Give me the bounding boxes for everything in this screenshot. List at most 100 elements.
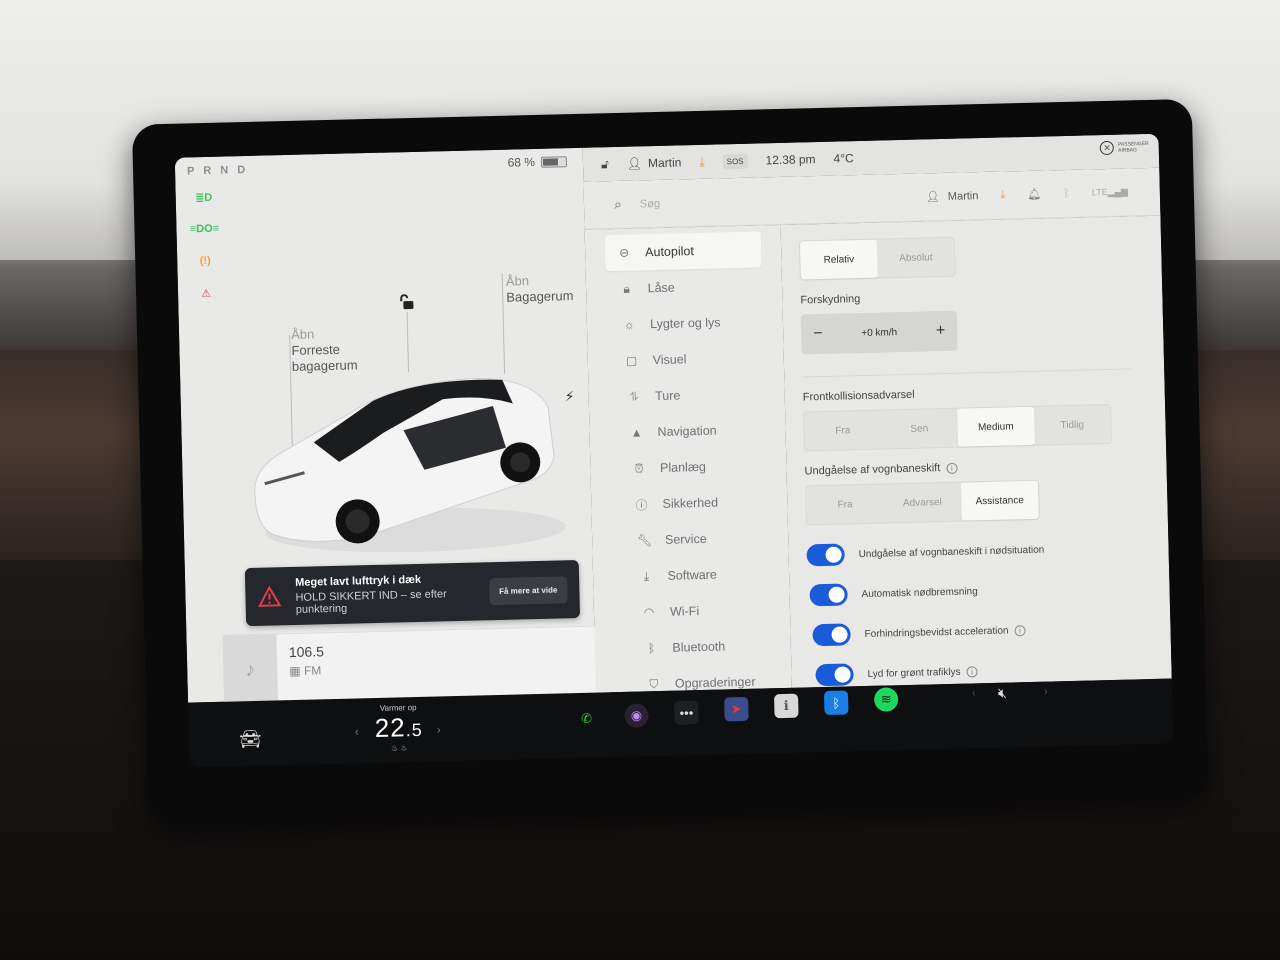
battery-icon	[540, 155, 568, 168]
lane-departure-option-assistance[interactable]: Assistance	[960, 480, 1039, 521]
person-icon: 👤︎	[925, 191, 940, 204]
driver-profile[interactable]: 👤︎ Martin	[627, 155, 682, 170]
warning-triangle-icon	[258, 585, 282, 607]
cabin-temperature: 22.5	[374, 712, 423, 744]
lane-departure-option-fra[interactable]: Fra	[806, 485, 884, 525]
toggle-switch[interactable]	[815, 663, 854, 687]
steering-wheel-icon: ⊖	[618, 245, 630, 260]
nav-item-autopilot[interactable]: ⊖ Autopilot	[604, 231, 762, 272]
camera-app-icon[interactable]: ◉	[624, 703, 649, 728]
seatbelt-icon: ⚠	[200, 287, 212, 300]
nav-item-software[interactable]: ⤓ Software	[627, 555, 769, 594]
temp-up-icon[interactable]: ›	[437, 722, 441, 736]
spotify-app-icon[interactable]: ≋	[873, 687, 899, 712]
seat-heater-icons[interactable]: ♨ ♨	[375, 743, 423, 753]
nav-item-visuel[interactable]: ▢ Visuel	[612, 339, 764, 379]
nav-item-label: Ture	[654, 388, 681, 404]
open-trunk-button[interactable]: Åbn Bagagerum	[506, 272, 574, 306]
nav-item-service[interactable]: 🔧︎ Service	[625, 519, 769, 558]
more-apps-icon[interactable]: •••	[674, 700, 699, 725]
clock: 12.38 pm	[765, 152, 816, 168]
battery-fill	[542, 157, 558, 166]
sos-label: SOS	[722, 153, 748, 169]
wrench-icon: 🔧︎	[636, 533, 653, 548]
info-icon[interactable]: i	[1014, 624, 1026, 636]
nav-item-bluetooth[interactable]: ᛒ Bluetooth	[632, 627, 771, 666]
open-frunk-button[interactable]: Åbn Forreste bagagerum	[291, 325, 358, 375]
decrease-button[interactable]: −	[813, 325, 823, 343]
speed-limit-option-absolut[interactable]: Absolut	[877, 238, 955, 278]
nav-item-label: Autopilot	[645, 244, 694, 260]
toggle-switch[interactable]	[806, 543, 845, 567]
speed-limit-option-relativ[interactable]: Relativ	[799, 239, 878, 280]
fcw-option-tidlig[interactable]: Tidlig	[1034, 405, 1111, 445]
fcw-option-sen[interactable]: Sen	[881, 409, 958, 449]
bluetooth-app-icon[interactable]: ᛒ	[823, 690, 849, 716]
bluetooth-icon[interactable]: ᛒ	[1063, 187, 1070, 199]
download-icon: ⤓	[643, 568, 650, 583]
door-guide-line	[406, 312, 410, 373]
download-icon[interactable]: ⤓	[1000, 188, 1005, 201]
navigation-icon: ▲	[630, 425, 643, 440]
nav-item-label: Navigation	[657, 423, 717, 440]
outside-temperature: 4°C	[833, 151, 854, 166]
nav-item-ture[interactable]: ⥮ Ture	[615, 375, 765, 415]
fcw-option-fra[interactable]: Fra	[804, 411, 881, 451]
airbag-off-icon: ✕	[1099, 140, 1115, 156]
shopping-bag-icon: ⛉	[649, 676, 659, 691]
phone-app-icon[interactable]: ✆	[574, 707, 599, 732]
software-update-icon[interactable]: ⤓	[699, 154, 705, 169]
fcw-option-medium[interactable]: Medium	[957, 406, 1035, 447]
touchscreen: P R N D 68 % ≣D ≡DO≡ (!) ⚠ Åbn Forreste bag…	[174, 133, 1174, 768]
offset-stepper: − +0 km/h +	[800, 310, 958, 355]
navigation-app-icon[interactable]: ➤	[724, 696, 749, 722]
radio-band-label: FM	[303, 663, 322, 678]
sos-button[interactable]: SOS	[722, 153, 748, 169]
profile-name: Martin	[947, 189, 979, 203]
lock-status-icon[interactable]: 🔓︎	[601, 157, 609, 172]
toggle-switch[interactable]	[812, 623, 851, 647]
frunk-label-1: Forreste	[291, 341, 341, 358]
info-icon[interactable]: i	[966, 665, 978, 678]
car-controls-icon[interactable]: 🚘︎	[239, 729, 262, 751]
profile-button[interactable]: 👤︎ Martin	[925, 189, 979, 204]
lane-departure-label-text: Undgåelse af vognbaneskift	[804, 462, 941, 478]
charge-port-icon[interactable]: ⚡︎	[564, 388, 574, 405]
volume-right-arrow[interactable]: ›	[1044, 686, 1048, 698]
alert-subtitle: HOLD SIKKERT IND – se efter punktering	[295, 587, 447, 616]
temp-down-icon[interactable]: ‹	[355, 724, 359, 738]
unlock-icon[interactable]	[398, 294, 414, 310]
nav-item-wi-fi[interactable]: ◠ Wi-Fi	[630, 591, 771, 630]
toggle-switch[interactable]	[809, 583, 848, 607]
radio-station: 106.5	[288, 643, 325, 661]
manual-app-icon[interactable]: ℹ	[774, 693, 799, 719]
lane-departure-option-advarsel[interactable]: Advarsel	[883, 483, 961, 523]
nav-item-planlæg[interactable]: ⏰︎ Planlæg	[620, 447, 767, 487]
settings-search[interactable]: ⌕ Søg	[614, 195, 660, 213]
wifi-icon: ◠	[643, 605, 655, 620]
nav-item-sikkerhed[interactable]: ⓘ Sikkerhed	[622, 483, 768, 523]
section-divider	[802, 368, 1133, 378]
nav-item-låse[interactable]: 🔒︎ Låse	[607, 267, 762, 307]
nav-item-label: Bluetooth	[672, 639, 726, 655]
temperature-integer: 22	[374, 712, 407, 744]
learn-more-button[interactable]: Få mere at vide	[488, 575, 568, 605]
info-icon[interactable]: i	[946, 462, 958, 474]
nav-item-label: Låse	[647, 280, 675, 296]
toggle-label: Lyd for grønt trafiklys i	[867, 665, 978, 679]
volume-muted-icon[interactable]: 🔇︎	[998, 685, 1007, 702]
lte-signal-icon: LTE▂▄▆	[1091, 186, 1128, 198]
volume-left-arrow[interactable]: ‹	[972, 687, 976, 699]
trunk-guide-line	[501, 273, 506, 374]
increase-button[interactable]: +	[936, 322, 946, 340]
safety-icon: ⓘ	[635, 497, 648, 513]
nav-item-lygter-og-lys[interactable]: ☼ Lygter og lys	[610, 303, 764, 343]
climate-control[interactable]: Varmer op 22.5 ♨ ♨ ‹ ›	[355, 703, 441, 753]
lane-departure-selector: Fra Advarsel Assistance	[804, 479, 1040, 526]
car-model-image	[254, 378, 566, 553]
person-icon: 👤︎	[626, 156, 643, 171]
nav-item-label: Wi-Fi	[669, 604, 700, 619]
nav-item-navigation[interactable]: ▲ Navigation	[617, 411, 766, 451]
toggle-label: Undgåelse af vognbaneskift i nødsituatio…	[858, 544, 1045, 560]
notification-bell-icon[interactable]: 🔔︎	[1027, 188, 1041, 201]
